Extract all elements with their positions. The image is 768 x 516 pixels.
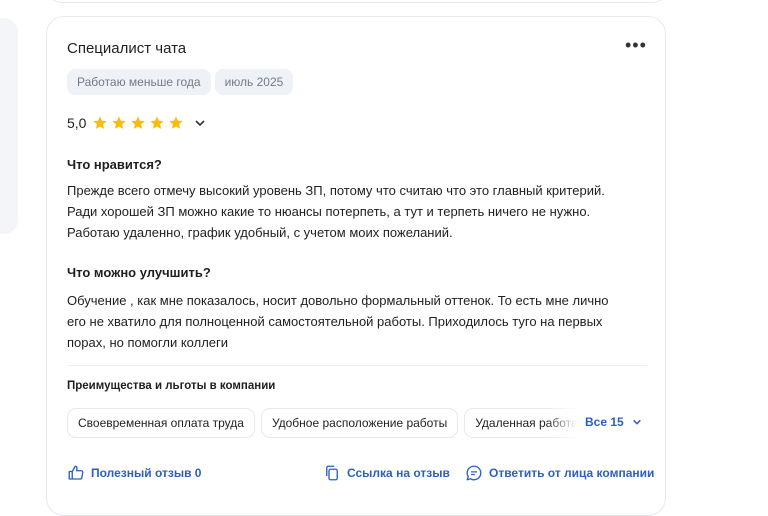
improve-text: Обучение , как мне показалось, носит дов… [67, 293, 609, 350]
review-title: Специалист чата [67, 40, 187, 57]
side-panel [0, 18, 18, 234]
chevron-down-icon[interactable] [194, 117, 206, 129]
useful-review-label: Полезный отзыв 0 [91, 466, 202, 480]
star-icon [131, 116, 146, 129]
reply-label: Ответить от лица компании [489, 466, 655, 480]
improve-heading: Что можно улучшить? [67, 265, 211, 280]
benefit-tag: Удобное расположение работы [260, 408, 459, 438]
rating-row: 5,0 [67, 115, 206, 131]
tags-fade [547, 408, 577, 438]
tenure-chip: Работаю меньше года [67, 69, 211, 95]
useful-review-button[interactable]: Полезный отзыв 0 [67, 464, 201, 482]
review-link-label: Ссылка на отзыв [347, 466, 450, 480]
show-all-benefits-button[interactable]: Все 15 [585, 415, 642, 429]
review-meta-chips: Работаю меньше года июль 2025 [67, 69, 294, 95]
benefits-list: Своевременная оплата труда Удобное распо… [67, 408, 577, 438]
likes-text: Прежде всего отмечу высокий уровень ЗП, … [67, 183, 605, 240]
star-icon [93, 116, 108, 129]
star-icon [112, 116, 127, 129]
more-icon[interactable]: ••• [625, 36, 647, 54]
likes-heading: Что нравится? [67, 157, 162, 172]
review-link-button[interactable]: Ссылка на отзыв [323, 464, 450, 482]
thumbs-up-icon [68, 465, 84, 480]
rating-stars [92, 115, 184, 131]
benefit-tag: Своевременная оплата труда [67, 408, 255, 438]
previous-review-card [46, 0, 668, 3]
chevron-down-icon [632, 419, 641, 425]
show-all-label: Все 15 [585, 415, 624, 429]
divider [67, 365, 647, 366]
reply-as-company-button[interactable]: Ответить от лица компании [465, 464, 654, 482]
review-card: Специалист чата ••• Работаю меньше года … [46, 16, 666, 516]
star-icon [150, 116, 165, 129]
date-chip: июль 2025 [214, 69, 294, 95]
benefits-heading: Преимущества и льготы в компании [67, 380, 276, 392]
chat-icon [466, 465, 482, 481]
copy-link-icon [326, 465, 338, 481]
rating-value: 5,0 [67, 115, 87, 131]
star-icon [169, 116, 184, 129]
